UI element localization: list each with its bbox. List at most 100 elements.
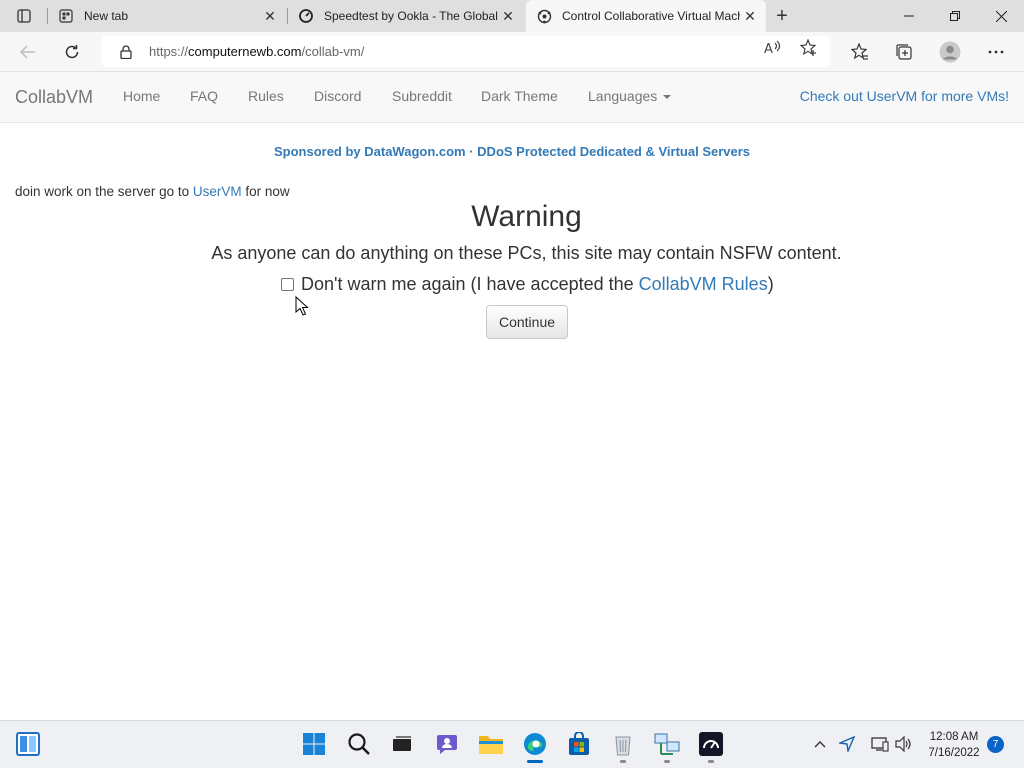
edge-browser-button[interactable]: [522, 731, 548, 757]
address-bar[interactable]: https://computernewb.com/collab-vm/: [102, 36, 830, 67]
sponsor-text[interactable]: Sponsored by DataWagon.com · DDoS Protec…: [274, 144, 750, 159]
lock-icon[interactable]: [118, 44, 134, 60]
tab-new-tab[interactable]: New tab ✕: [48, 0, 286, 32]
more-dots-icon: [988, 50, 1004, 54]
server-notice: doin work on the server go to UserVM for…: [15, 184, 290, 199]
read-aloud-icon[interactable]: A: [764, 39, 782, 57]
minimize-icon: [904, 15, 914, 17]
notice-uservm-link[interactable]: UserVM: [193, 184, 242, 199]
nav-discord[interactable]: Discord: [314, 88, 361, 104]
volume-icon[interactable]: [895, 735, 913, 753]
running-app-indicator: [620, 760, 626, 763]
microsoft-store-button[interactable]: [566, 731, 592, 757]
favorites-button[interactable]: [846, 38, 874, 66]
warning-title: Warning: [471, 200, 582, 233]
plus-icon: +: [776, 4, 788, 27]
folder-icon: [479, 736, 503, 754]
taskbar-clock[interactable]: 12:08 AM 7/16/2022: [922, 729, 986, 761]
tab-actions-icon: [17, 9, 31, 23]
network-app-button[interactable]: [654, 731, 680, 757]
nav-languages-dropdown[interactable]: Languages: [588, 88, 672, 104]
warning-text: As anyone can do anything on these PCs, …: [211, 243, 842, 263]
avatar: [939, 41, 961, 63]
browser-toolbar: https://computernewb.com/collab-vm/ A: [0, 32, 1024, 72]
speedtest-icon: [298, 8, 314, 24]
nav-rules[interactable]: Rules: [248, 88, 284, 104]
running-app-indicator: [664, 760, 670, 763]
back-button[interactable]: [14, 38, 42, 66]
search-icon: [348, 733, 370, 755]
clock-time: 12:08 AM: [929, 731, 979, 743]
nav-faq[interactable]: FAQ: [190, 88, 218, 104]
tab-title: Control Collaborative Virtual Machines!: [562, 9, 740, 23]
windows-start-icon: [303, 733, 325, 755]
browser-tab-strip: New tab ✕ Speedtest by Ookla - The Globa…: [0, 0, 1024, 32]
task-view-icon: [393, 736, 411, 751]
favorites-icon: [851, 43, 868, 60]
close-tab-icon[interactable]: ✕: [498, 6, 518, 26]
url-text[interactable]: https://computernewb.com/collab-vm/: [149, 44, 364, 59]
collections-button[interactable]: [890, 38, 918, 66]
taskbar: 12:08 AM 7/16/2022: [0, 720, 1024, 768]
store-icon: [569, 732, 589, 755]
dont-warn-label[interactable]: Don't warn me again (I have accepted the…: [301, 274, 774, 295]
mouse-cursor-icon: [295, 296, 309, 316]
file-explorer-button[interactable]: [478, 731, 504, 757]
nav-subreddit[interactable]: Subreddit: [392, 88, 452, 104]
collabvm-rules-link[interactable]: CollabVM Rules: [639, 274, 768, 294]
recycle-bin-icon: [615, 736, 631, 756]
settings-more-button[interactable]: [982, 38, 1010, 66]
nav-languages-label: Languages: [588, 88, 658, 104]
network-computers-icon: [654, 733, 680, 755]
chat-icon: [437, 735, 457, 754]
notification-badge[interactable]: 7: [987, 736, 1004, 753]
dont-warn-row: Don't warn me again (I have accepted the…: [281, 273, 774, 295]
refresh-icon: [65, 45, 79, 59]
widgets-button[interactable]: [15, 731, 41, 757]
teams-chat-button[interactable]: [434, 731, 460, 757]
caret-down-icon: [663, 95, 672, 100]
active-app-indicator: [527, 760, 543, 763]
close-tab-icon[interactable]: ✕: [740, 6, 760, 26]
new-tab-button[interactable]: +: [771, 5, 793, 27]
site-navbar: CollabVM Home FAQ Rules Discord Subreddi…: [0, 72, 1024, 123]
network-icon[interactable]: [871, 735, 889, 753]
minimize-button[interactable]: [886, 0, 932, 32]
back-arrow-icon: [20, 45, 35, 59]
dont-warn-checkbox[interactable]: [281, 277, 294, 291]
clock-date: 7/16/2022: [928, 747, 980, 759]
tab-title: New tab: [84, 9, 129, 23]
close-tab-icon[interactable]: ✕: [260, 6, 280, 26]
search-button[interactable]: [346, 731, 372, 757]
new-tab-page-icon: [58, 8, 74, 24]
continue-button[interactable]: Continue: [486, 305, 568, 339]
tab-title: Speedtest by Ookla - The Global Broadban…: [324, 9, 498, 23]
tab-actions-button[interactable]: [8, 5, 40, 27]
uservm-link[interactable]: Check out UserVM for more VMs!: [800, 88, 1009, 104]
close-icon: [995, 10, 1007, 22]
restore-icon: [950, 11, 960, 21]
nav-home[interactable]: Home: [123, 88, 160, 104]
start-button[interactable]: [301, 731, 327, 757]
tab-speedtest[interactable]: Speedtest by Ookla - The Global Broadban…: [288, 0, 524, 32]
svg-text:A: A: [764, 42, 773, 56]
collections-icon: [896, 44, 912, 60]
task-view-button[interactable]: [389, 731, 415, 757]
close-window-button[interactable]: [978, 0, 1024, 32]
show-hidden-icons-chevron-icon[interactable]: [811, 735, 829, 753]
sponsor-banner[interactable]: Sponsored by DataWagon.com · DDoS Protec…: [0, 144, 1024, 159]
site-brand[interactable]: CollabVM: [15, 87, 93, 108]
collabvm-icon: [536, 8, 552, 24]
nav-dark-theme[interactable]: Dark Theme: [481, 88, 558, 104]
add-favorite-icon[interactable]: [800, 39, 818, 57]
widgets-icon: [16, 732, 40, 756]
running-app-indicator: [708, 760, 714, 763]
location-icon[interactable]: [838, 735, 856, 753]
tab-collabvm[interactable]: Control Collaborative Virtual Machines! …: [526, 0, 766, 32]
speedtest-app-icon: [699, 732, 723, 756]
speedtest-app-button[interactable]: [698, 731, 724, 757]
recycle-bin-app-button[interactable]: [610, 731, 636, 757]
profile-button[interactable]: [936, 38, 964, 66]
restore-button[interactable]: [932, 0, 978, 32]
refresh-button[interactable]: [58, 38, 86, 66]
